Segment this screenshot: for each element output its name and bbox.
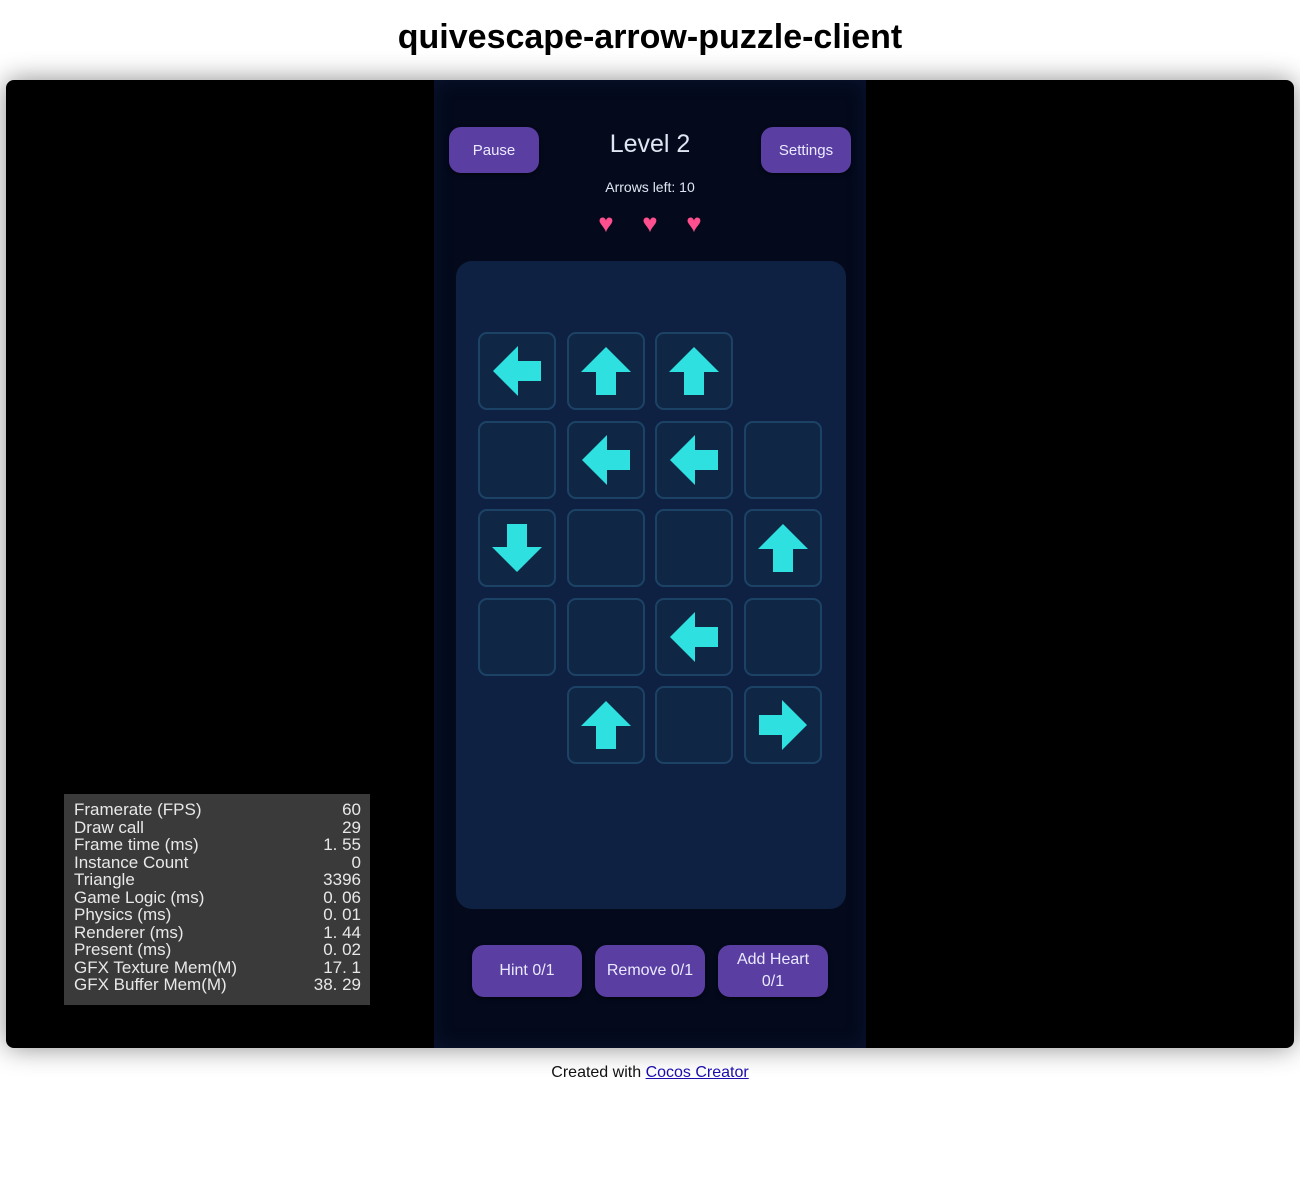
arrow-left-icon [493, 346, 541, 396]
stat-row: Game Logic (ms) 0. 06 [74, 887, 361, 907]
empty-cell[interactable] [478, 597, 556, 676]
level-title: Level 2 [609, 130, 691, 158]
stat-row: Draw call 29 [74, 817, 361, 837]
arrow-left-icon [581, 434, 630, 485]
arrow-cell-left[interactable] [655, 420, 733, 499]
stat-label: GFX Texture Mem(M) [74, 957, 238, 977]
arrow-cell-right[interactable] [743, 686, 822, 764]
stat-row: Framerate (FPS) 60 [74, 801, 361, 819]
footer-text: Created with [551, 1064, 642, 1081]
heart-icon: ♥ [598, 208, 614, 238]
arrow-cell-up[interactable] [566, 332, 645, 410]
heart-icon: ♥ [686, 208, 702, 238]
heart-icon: ♥ [642, 208, 658, 238]
cocos-creator-link[interactable]: Cocos Creator [646, 1064, 749, 1081]
arrow-left-icon [670, 434, 718, 485]
stat-row: Renderer (ms) 1. 44 [74, 922, 361, 942]
arrow-down-icon [492, 524, 542, 572]
stat-value: 0 [351, 852, 361, 872]
arrow-up-icon [669, 347, 719, 395]
stat-value: 29 [342, 817, 361, 837]
stat-row: Frame time (ms) 1. 55 [74, 836, 361, 854]
empty-cell[interactable] [743, 420, 822, 499]
settings-button[interactable]: Settings [761, 127, 851, 173]
empty-cell[interactable] [566, 597, 645, 676]
footer: Created with Cocos Creator [0, 1064, 1300, 1082]
stats-overlay: Framerate (FPS) 60 Draw call 29 Frame time (… [64, 794, 370, 1005]
stat-label: Renderer (ms) [74, 922, 184, 942]
stat-value: 0. 01 [323, 905, 361, 924]
arrow-cell-down[interactable] [478, 509, 556, 587]
arrow-right-icon [758, 700, 807, 750]
empty-cell[interactable] [655, 509, 733, 587]
stat-label: Present (ms) [74, 940, 172, 959]
stat-label: Frame time (ms) [74, 835, 199, 854]
arrow-cell-up[interactable] [566, 686, 645, 764]
stat-value: 0. 06 [323, 887, 361, 907]
arrow-cell-left[interactable] [655, 597, 733, 676]
stat-label: Physics (ms) [74, 905, 172, 924]
stat-value: 17. 1 [323, 957, 361, 977]
hint-button[interactable]: Hint 0/1 [472, 945, 582, 997]
empty-cell[interactable] [655, 686, 733, 764]
stat-label: Game Logic (ms) [74, 887, 205, 907]
arrow-up-icon [757, 524, 808, 572]
arrow-cell-left[interactable] [478, 332, 556, 410]
puzzle-board [456, 261, 846, 909]
stat-label: Draw call [74, 817, 144, 837]
stat-value: 1. 55 [323, 835, 361, 854]
arrow-left-icon [670, 611, 718, 662]
empty-cell[interactable] [566, 509, 645, 587]
hearts-row: ♥ ♥ ♥ [434, 208, 866, 238]
stat-row: Instance Count 0 [74, 852, 361, 872]
arrow-cell-up[interactable] [655, 332, 733, 410]
arrow-up-icon [580, 347, 631, 395]
page-title: quivescape-arrow-puzzle-client [397, 18, 903, 56]
stat-label: GFX Buffer Mem(M) [74, 975, 227, 994]
empty-cell[interactable] [478, 420, 556, 499]
remove-button[interactable]: Remove 0/1 [595, 945, 705, 997]
stat-value: 1. 44 [323, 922, 361, 942]
arrow-cell-up[interactable] [743, 509, 822, 587]
arrow-cell-left[interactable] [566, 420, 645, 499]
stat-label: Instance Count [74, 852, 189, 872]
add-heart-button[interactable]: Add Heart 0/1 [718, 945, 828, 997]
game-panel: Pause Level 2 Settings Arrows left: 10 ♥… [434, 80, 866, 1048]
stat-label: Triangle [74, 870, 135, 889]
arrow-up-icon [580, 701, 631, 749]
stat-row: Physics (ms) 0. 01 [74, 906, 361, 924]
game-canvas[interactable]: Pause Level 2 Settings Arrows left: 10 ♥… [6, 80, 1294, 1048]
stat-value: 60 [342, 800, 361, 819]
pause-button[interactable]: Pause [449, 127, 539, 173]
stat-row: Present (ms) 0. 02 [74, 941, 361, 959]
stat-value: 0. 02 [323, 940, 361, 959]
stat-value: 3396 [323, 870, 361, 889]
empty-cell[interactable] [743, 597, 822, 676]
stat-label: Framerate (FPS) [74, 800, 202, 819]
arrows-left-counter: Arrows left: 10 [605, 179, 695, 195]
stat-row: GFX Buffer Mem(M) 38. 29 [74, 976, 361, 994]
stat-value: 38. 29 [313, 975, 361, 994]
stat-row: Triangle 3396 [74, 871, 361, 889]
stat-row: GFX Texture Mem(M) 17. 1 [74, 957, 361, 977]
